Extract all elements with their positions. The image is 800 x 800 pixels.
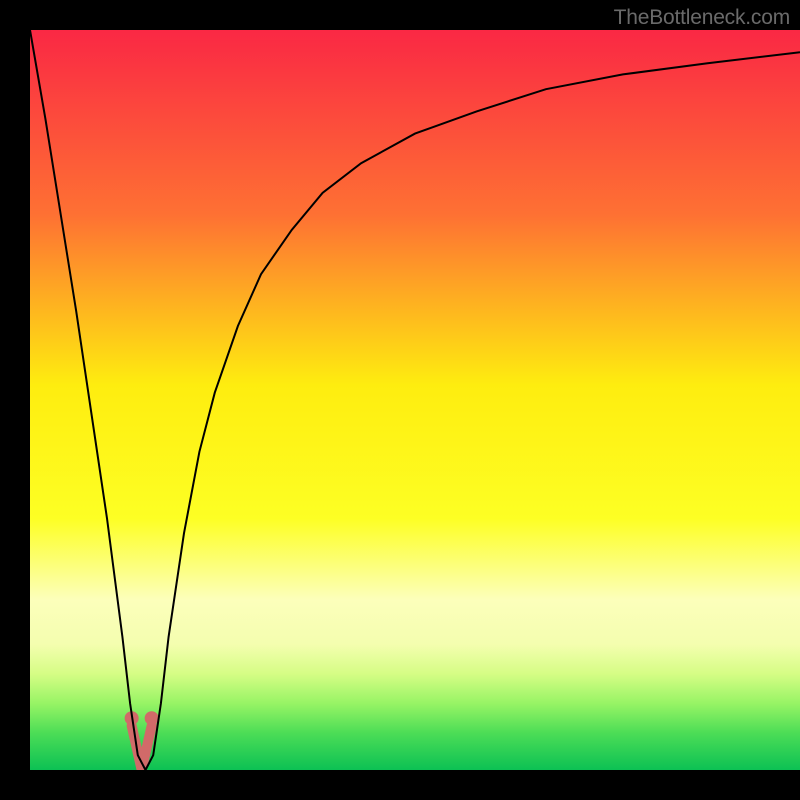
data-point <box>145 711 159 725</box>
gradient-background <box>30 30 800 770</box>
chart-frame: TheBottleneck.com <box>0 0 800 800</box>
watermark-text: TheBottleneck.com <box>614 6 790 30</box>
chart-svg <box>30 30 800 770</box>
plot-area <box>30 30 800 770</box>
